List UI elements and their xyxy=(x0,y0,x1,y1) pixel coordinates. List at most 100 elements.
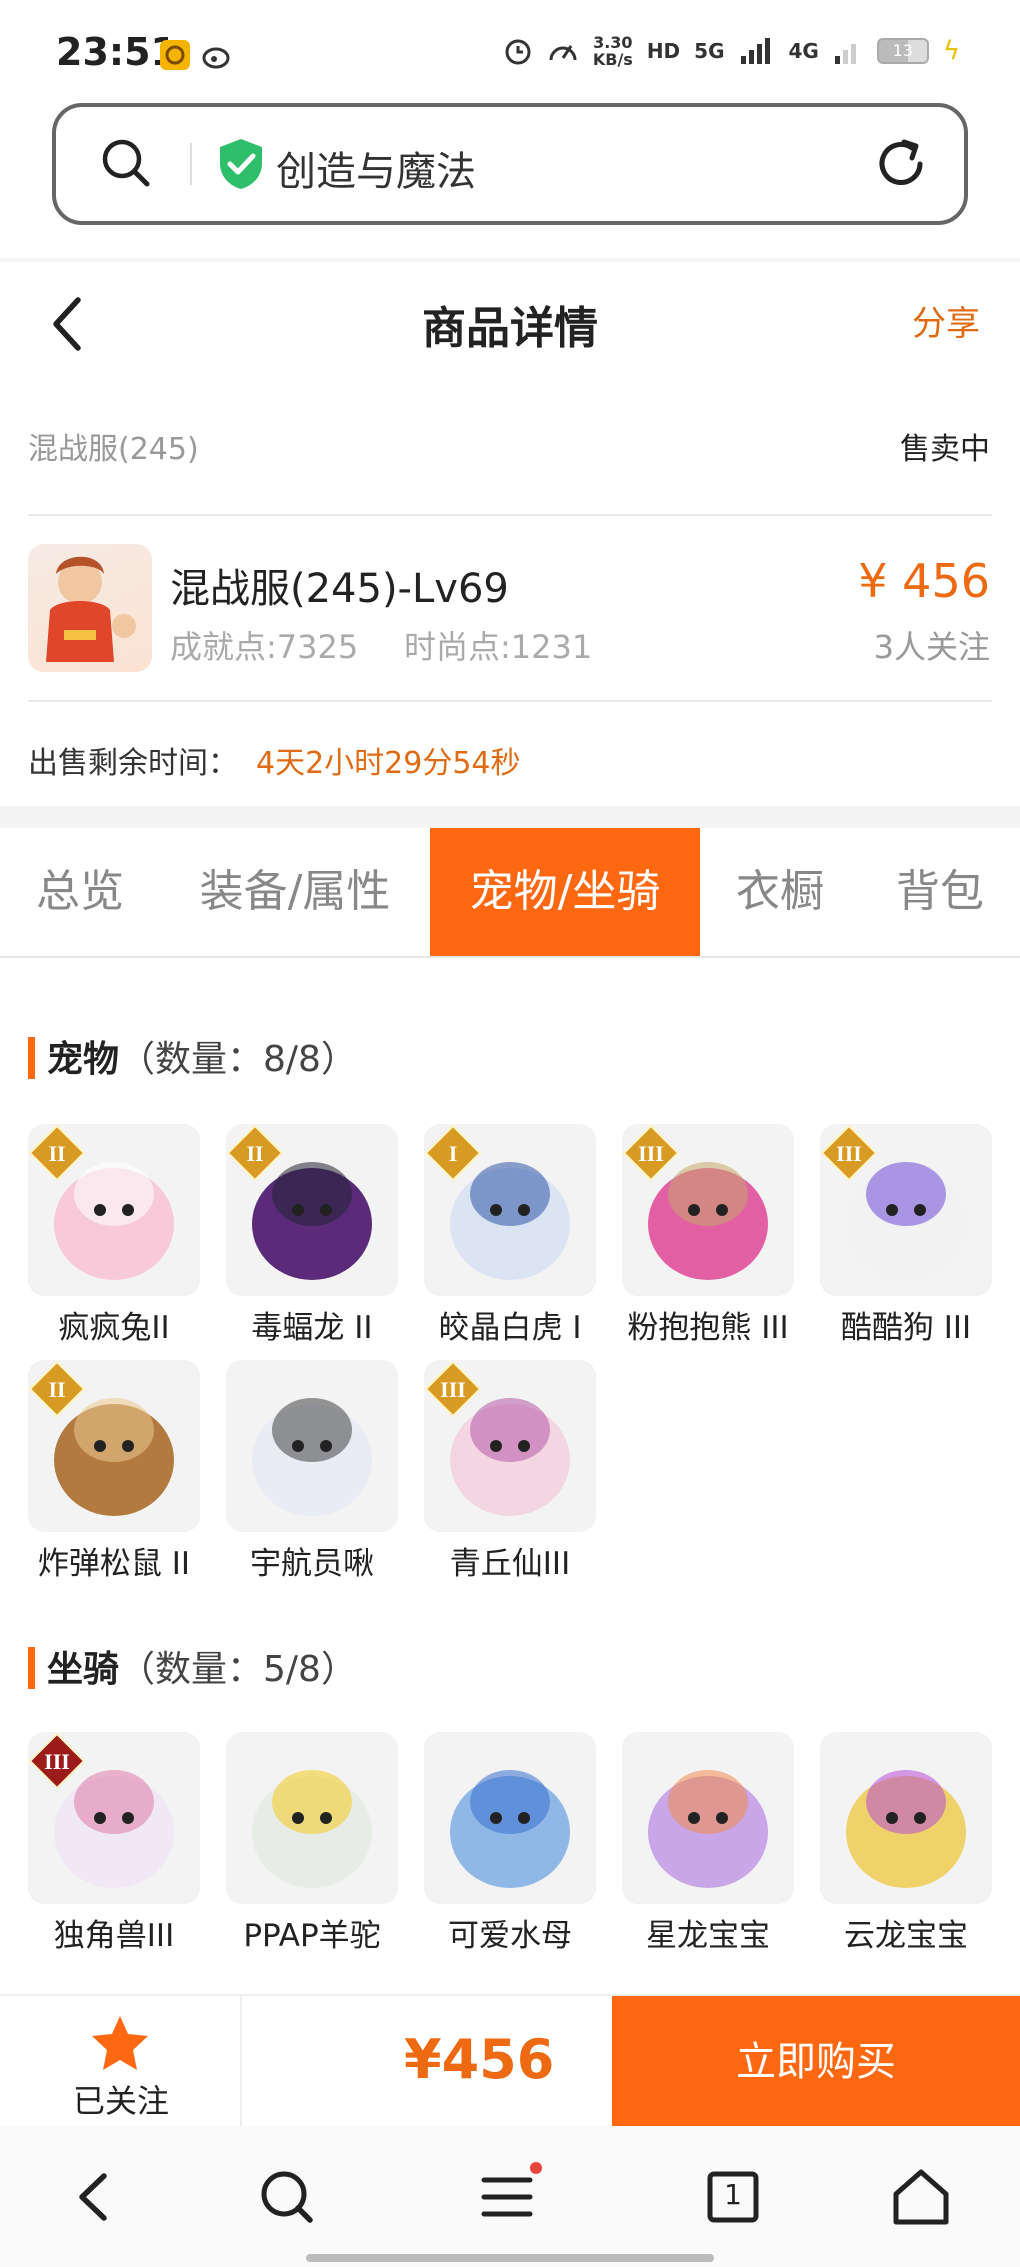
action-bar: 已关注 ¥456 立即购买 xyxy=(0,1994,1020,2128)
home-indicator xyxy=(306,2254,714,2262)
pet-name: 疯疯兔II xyxy=(58,1310,170,1346)
app-notification-icon xyxy=(160,40,190,70)
tab-equipment[interactable]: 装备/属性 xyxy=(160,828,430,956)
pet-card[interactable]: II xyxy=(226,1124,398,1296)
pet-name: 皎晶白虎 I xyxy=(438,1310,582,1346)
pet-name: 酷酷狗 III xyxy=(840,1310,972,1346)
item-thumbnail xyxy=(648,1770,768,1888)
pet-name: 青丘仙III xyxy=(449,1546,571,1582)
alarm-icon xyxy=(505,39,531,65)
tier-badge-icon: III xyxy=(820,1124,878,1182)
mount-card[interactable] xyxy=(226,1732,398,1904)
tier-badge-icon: II xyxy=(28,1360,86,1418)
status-indicators: 3.30 KB/s HD 5G 4G 13 ϟ xyxy=(503,34,960,68)
achievement-points: 成就点:7325 xyxy=(170,628,359,666)
signal-5g: 5G xyxy=(694,39,725,63)
detail-tabs: 总览 装备/属性 宠物/坐骑 衣橱 背包 xyxy=(0,828,1020,958)
net-speed: 3.30 KB/s xyxy=(592,33,633,69)
back-icon[interactable] xyxy=(44,292,94,356)
character-avatar xyxy=(28,544,152,672)
reload-icon[interactable] xyxy=(874,137,928,191)
pet-name: 宇航员啾 xyxy=(250,1546,374,1582)
mounts-section-header: 坐骑（数量：5/8） xyxy=(28,1640,357,1692)
mounts-title: 坐骑 xyxy=(47,1649,120,1690)
pet-card[interactable]: III xyxy=(424,1360,596,1532)
mount-name: 独角兽III xyxy=(53,1918,175,1954)
tab-wardrobe[interactable]: 衣橱 xyxy=(700,828,860,956)
tier-badge-label: I xyxy=(449,1141,458,1166)
share-button[interactable]: 分享 xyxy=(912,296,980,345)
remaining-time-label: 出售剩余时间： xyxy=(28,746,238,781)
signal-icon xyxy=(740,38,770,64)
speedometer-icon xyxy=(549,45,577,61)
follow-button[interactable]: 已关注 xyxy=(0,1996,242,2128)
page-header: 商品详情 分享 xyxy=(0,262,1020,390)
server-name: 混战服(245) xyxy=(28,432,199,467)
pets-title: 宠物 xyxy=(47,1039,120,1080)
tab-overview[interactable]: 总览 xyxy=(0,828,160,956)
pet-card[interactable]: III xyxy=(820,1124,992,1296)
status-time: 23:51 xyxy=(56,30,177,74)
verified-shield-icon xyxy=(220,139,262,189)
tier-badge-icon: III xyxy=(28,1732,86,1790)
sale-status: 售卖中 xyxy=(900,432,990,467)
pet-card[interactable]: III xyxy=(622,1124,794,1296)
pet-card[interactable]: II xyxy=(28,1360,200,1532)
pets-section-header: 宠物（数量：8/8） xyxy=(28,1030,357,1082)
item-thumbnail xyxy=(252,1770,372,1888)
spacer xyxy=(0,806,1020,828)
menu-icon[interactable] xyxy=(474,2162,544,2232)
tier-badge-icon: III xyxy=(424,1360,482,1418)
pet-name: 粉抱抱熊 III xyxy=(627,1310,789,1346)
tier-badge-label: III xyxy=(638,1141,664,1166)
pet-card[interactable] xyxy=(226,1360,398,1532)
mount-card[interactable]: III xyxy=(28,1732,200,1904)
tab-pets-mounts[interactable]: 宠物/坐骑 xyxy=(430,828,700,956)
remaining-time-value: 4天2小时29分54秒 xyxy=(256,746,521,781)
section-marker xyxy=(28,1647,35,1689)
tab-backpack[interactable]: 背包 xyxy=(860,828,1020,956)
item-thumbnail xyxy=(450,1770,570,1888)
product-price: ¥ 456 xyxy=(858,554,990,608)
item-thumbnail xyxy=(846,1770,966,1888)
buy-now-button[interactable]: 立即购买 xyxy=(612,1996,1020,2128)
tier-badge-icon: III xyxy=(622,1124,680,1182)
address-title[interactable]: 创造与魔法 xyxy=(276,139,476,197)
mount-name: 星龙宝宝 xyxy=(646,1918,770,1954)
pet-card[interactable]: I xyxy=(424,1124,596,1296)
mount-card[interactable] xyxy=(622,1732,794,1904)
tier-badge-label: II xyxy=(48,1377,65,1402)
tier-badge-icon: I xyxy=(424,1124,482,1182)
pet-card[interactable]: II xyxy=(28,1124,200,1296)
tabs-button[interactable]: 1 xyxy=(698,2162,768,2232)
fashion-points: 时尚点:1231 xyxy=(404,628,593,666)
tier-badge-label: II xyxy=(48,1141,65,1166)
search-icon[interactable] xyxy=(100,137,152,189)
weibo-icon xyxy=(202,47,230,69)
home-icon[interactable] xyxy=(886,2162,956,2232)
divider xyxy=(28,514,992,516)
pet-name: 炸弹松鼠 II xyxy=(37,1546,191,1582)
charging-icon: ϟ xyxy=(942,36,960,66)
battery-icon: 13 xyxy=(876,38,929,64)
mount-card[interactable] xyxy=(820,1732,992,1904)
tier-badge-icon: II xyxy=(226,1124,284,1182)
mount-card[interactable] xyxy=(424,1732,596,1904)
mount-name: PPAP羊驼 xyxy=(243,1918,381,1954)
pets-count: （数量：8/8） xyxy=(119,1039,357,1080)
signal-icon-2 xyxy=(834,44,856,64)
address-bar[interactable]: 创造与魔法 xyxy=(52,103,968,225)
tier-badge-label: II xyxy=(246,1141,263,1166)
section-marker xyxy=(28,1037,35,1079)
mount-name: 云龙宝宝 xyxy=(844,1918,968,1954)
item-thumbnail xyxy=(252,1398,372,1516)
pet-name: 毒蝠龙 II xyxy=(251,1310,373,1346)
search-icon[interactable] xyxy=(252,2162,322,2232)
browser-nav: 1 xyxy=(0,2126,1020,2267)
page-title: 商品详情 xyxy=(422,303,598,354)
address-divider xyxy=(190,143,192,185)
star-icon xyxy=(92,2016,148,2070)
spacer xyxy=(0,1968,1020,1994)
back-icon[interactable] xyxy=(60,2162,130,2232)
signal-4g: 4G xyxy=(788,39,819,63)
